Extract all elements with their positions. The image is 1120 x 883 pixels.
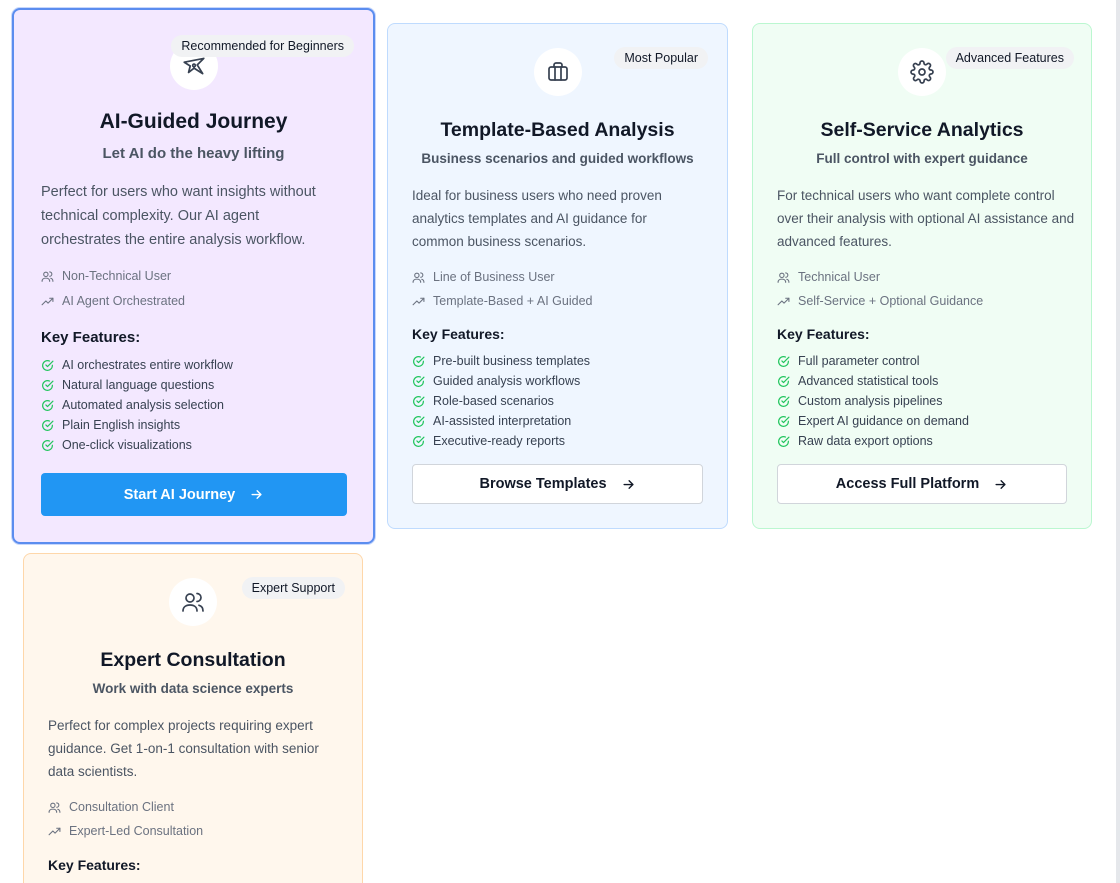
- check-circle-icon: [42, 439, 54, 451]
- features-list: AI orchestrates entire workflow Natural …: [41, 355, 233, 455]
- briefcase-icon: [533, 48, 582, 96]
- browse-templates-button[interactable]: Browse Templates: [412, 464, 703, 504]
- list-item: Full parameter control: [777, 351, 969, 371]
- gear-icon: [898, 48, 946, 96]
- user-icon: [48, 801, 61, 813]
- card-title: Template-Based Analysis: [440, 119, 675, 141]
- list-item: Custom analysis pipelines: [777, 391, 969, 411]
- key-features-title: Key Features:: [412, 326, 505, 342]
- check-circle-icon: [778, 375, 790, 387]
- card-self-service-analytics[interactable]: Advanced Features Self-Service Analytics…: [752, 23, 1092, 529]
- user-type: Consultation Client: [48, 800, 174, 814]
- key-features-title: Key Features:: [48, 857, 141, 873]
- badge-expert-support: Expert Support: [241, 577, 345, 599]
- badge-advanced-features: Advanced Features: [945, 47, 1074, 69]
- user-type: Non-Technical User: [41, 269, 171, 283]
- list-item: One-click visualizations: [41, 435, 233, 455]
- trending-up-icon: [412, 297, 425, 305]
- key-features-title: Key Features:: [777, 326, 870, 342]
- card-description: Ideal for business users who need proven…: [412, 188, 662, 249]
- check-circle-icon: [413, 355, 425, 367]
- check-circle-icon: [778, 435, 790, 447]
- approach: Self-Service + Optional Guidance: [777, 294, 983, 308]
- users-icon: [169, 578, 217, 626]
- card-title: AI-Guided Journey: [99, 110, 288, 133]
- check-circle-icon: [778, 355, 790, 367]
- start-ai-journey-button[interactable]: Start AI Journey: [41, 473, 347, 516]
- user-icon: [777, 271, 790, 283]
- list-item: Pre-built business templates: [412, 351, 590, 371]
- card-ai-guided-journey[interactable]: Recommended for Beginners AI-Guided Jour…: [12, 8, 375, 544]
- card-description: For technical users who want complete co…: [777, 188, 1075, 249]
- list-item: AI orchestrates entire workflow: [41, 355, 233, 375]
- check-circle-icon: [413, 435, 425, 447]
- card-subtitle: Work with data science experts: [92, 681, 294, 696]
- user-icon: [412, 271, 425, 283]
- card-description: Perfect for users who want insights with…: [41, 184, 316, 248]
- check-circle-icon: [42, 419, 54, 431]
- card-expert-consultation[interactable]: Expert Support Expert Consultation Work …: [23, 553, 363, 883]
- trending-up-icon: [41, 297, 54, 305]
- user-icon: [41, 270, 54, 282]
- card-description: Perfect for complex projects requiring e…: [48, 718, 319, 779]
- check-circle-icon: [413, 375, 425, 387]
- list-item: Executive-ready reports: [412, 431, 590, 451]
- features-list: Full parameter control Advanced statisti…: [777, 351, 969, 451]
- card-subtitle: Full control with expert guidance: [816, 151, 1028, 166]
- card-template-based-analysis[interactable]: Most Popular Template-Based Analysis Bus…: [387, 23, 728, 529]
- check-circle-icon: [778, 395, 790, 407]
- user-type: Technical User: [777, 270, 880, 284]
- check-circle-icon: [413, 415, 425, 427]
- scrollbar[interactable]: [1116, 0, 1120, 883]
- approach: AI Agent Orchestrated: [41, 294, 185, 308]
- approach: Template-Based + AI Guided: [412, 294, 592, 308]
- features-list: Pre-built business templates Guided anal…: [412, 351, 590, 451]
- key-features-title: Key Features:: [41, 329, 141, 346]
- check-circle-icon: [42, 359, 54, 371]
- check-circle-icon: [778, 415, 790, 427]
- list-item: Role-based scenarios: [412, 391, 590, 411]
- trending-up-icon: [48, 827, 61, 835]
- trending-up-icon: [777, 297, 790, 305]
- card-title: Self-Service Analytics: [820, 119, 1024, 141]
- check-circle-icon: [42, 379, 54, 391]
- list-item: Natural language questions: [41, 375, 233, 395]
- check-circle-icon: [413, 395, 425, 407]
- arrow-right-icon: [622, 479, 634, 489]
- list-item: Advanced statistical tools: [777, 371, 969, 391]
- list-item: Automated analysis selection: [41, 395, 233, 415]
- card-subtitle: Let AI do the heavy lifting: [102, 145, 285, 162]
- badge-most-popular: Most Popular: [614, 47, 708, 69]
- badge-recommended: Recommended for Beginners: [171, 35, 354, 57]
- list-item: Raw data export options: [777, 431, 969, 451]
- approach: Expert-Led Consultation: [48, 824, 203, 838]
- arrow-right-icon: [995, 479, 1006, 489]
- arrow-right-icon: [251, 490, 262, 499]
- check-circle-icon: [42, 399, 54, 411]
- card-title: Expert Consultation: [100, 649, 286, 671]
- list-item: AI-assisted interpretation: [412, 411, 590, 431]
- list-item: Expert AI guidance on demand: [777, 411, 969, 431]
- list-item: Guided analysis workflows: [412, 371, 590, 391]
- access-full-platform-button[interactable]: Access Full Platform: [777, 464, 1067, 504]
- card-subtitle: Business scenarios and guided workflows: [421, 151, 694, 166]
- user-type: Line of Business User: [412, 270, 555, 284]
- list-item: Plain English insights: [41, 415, 233, 435]
